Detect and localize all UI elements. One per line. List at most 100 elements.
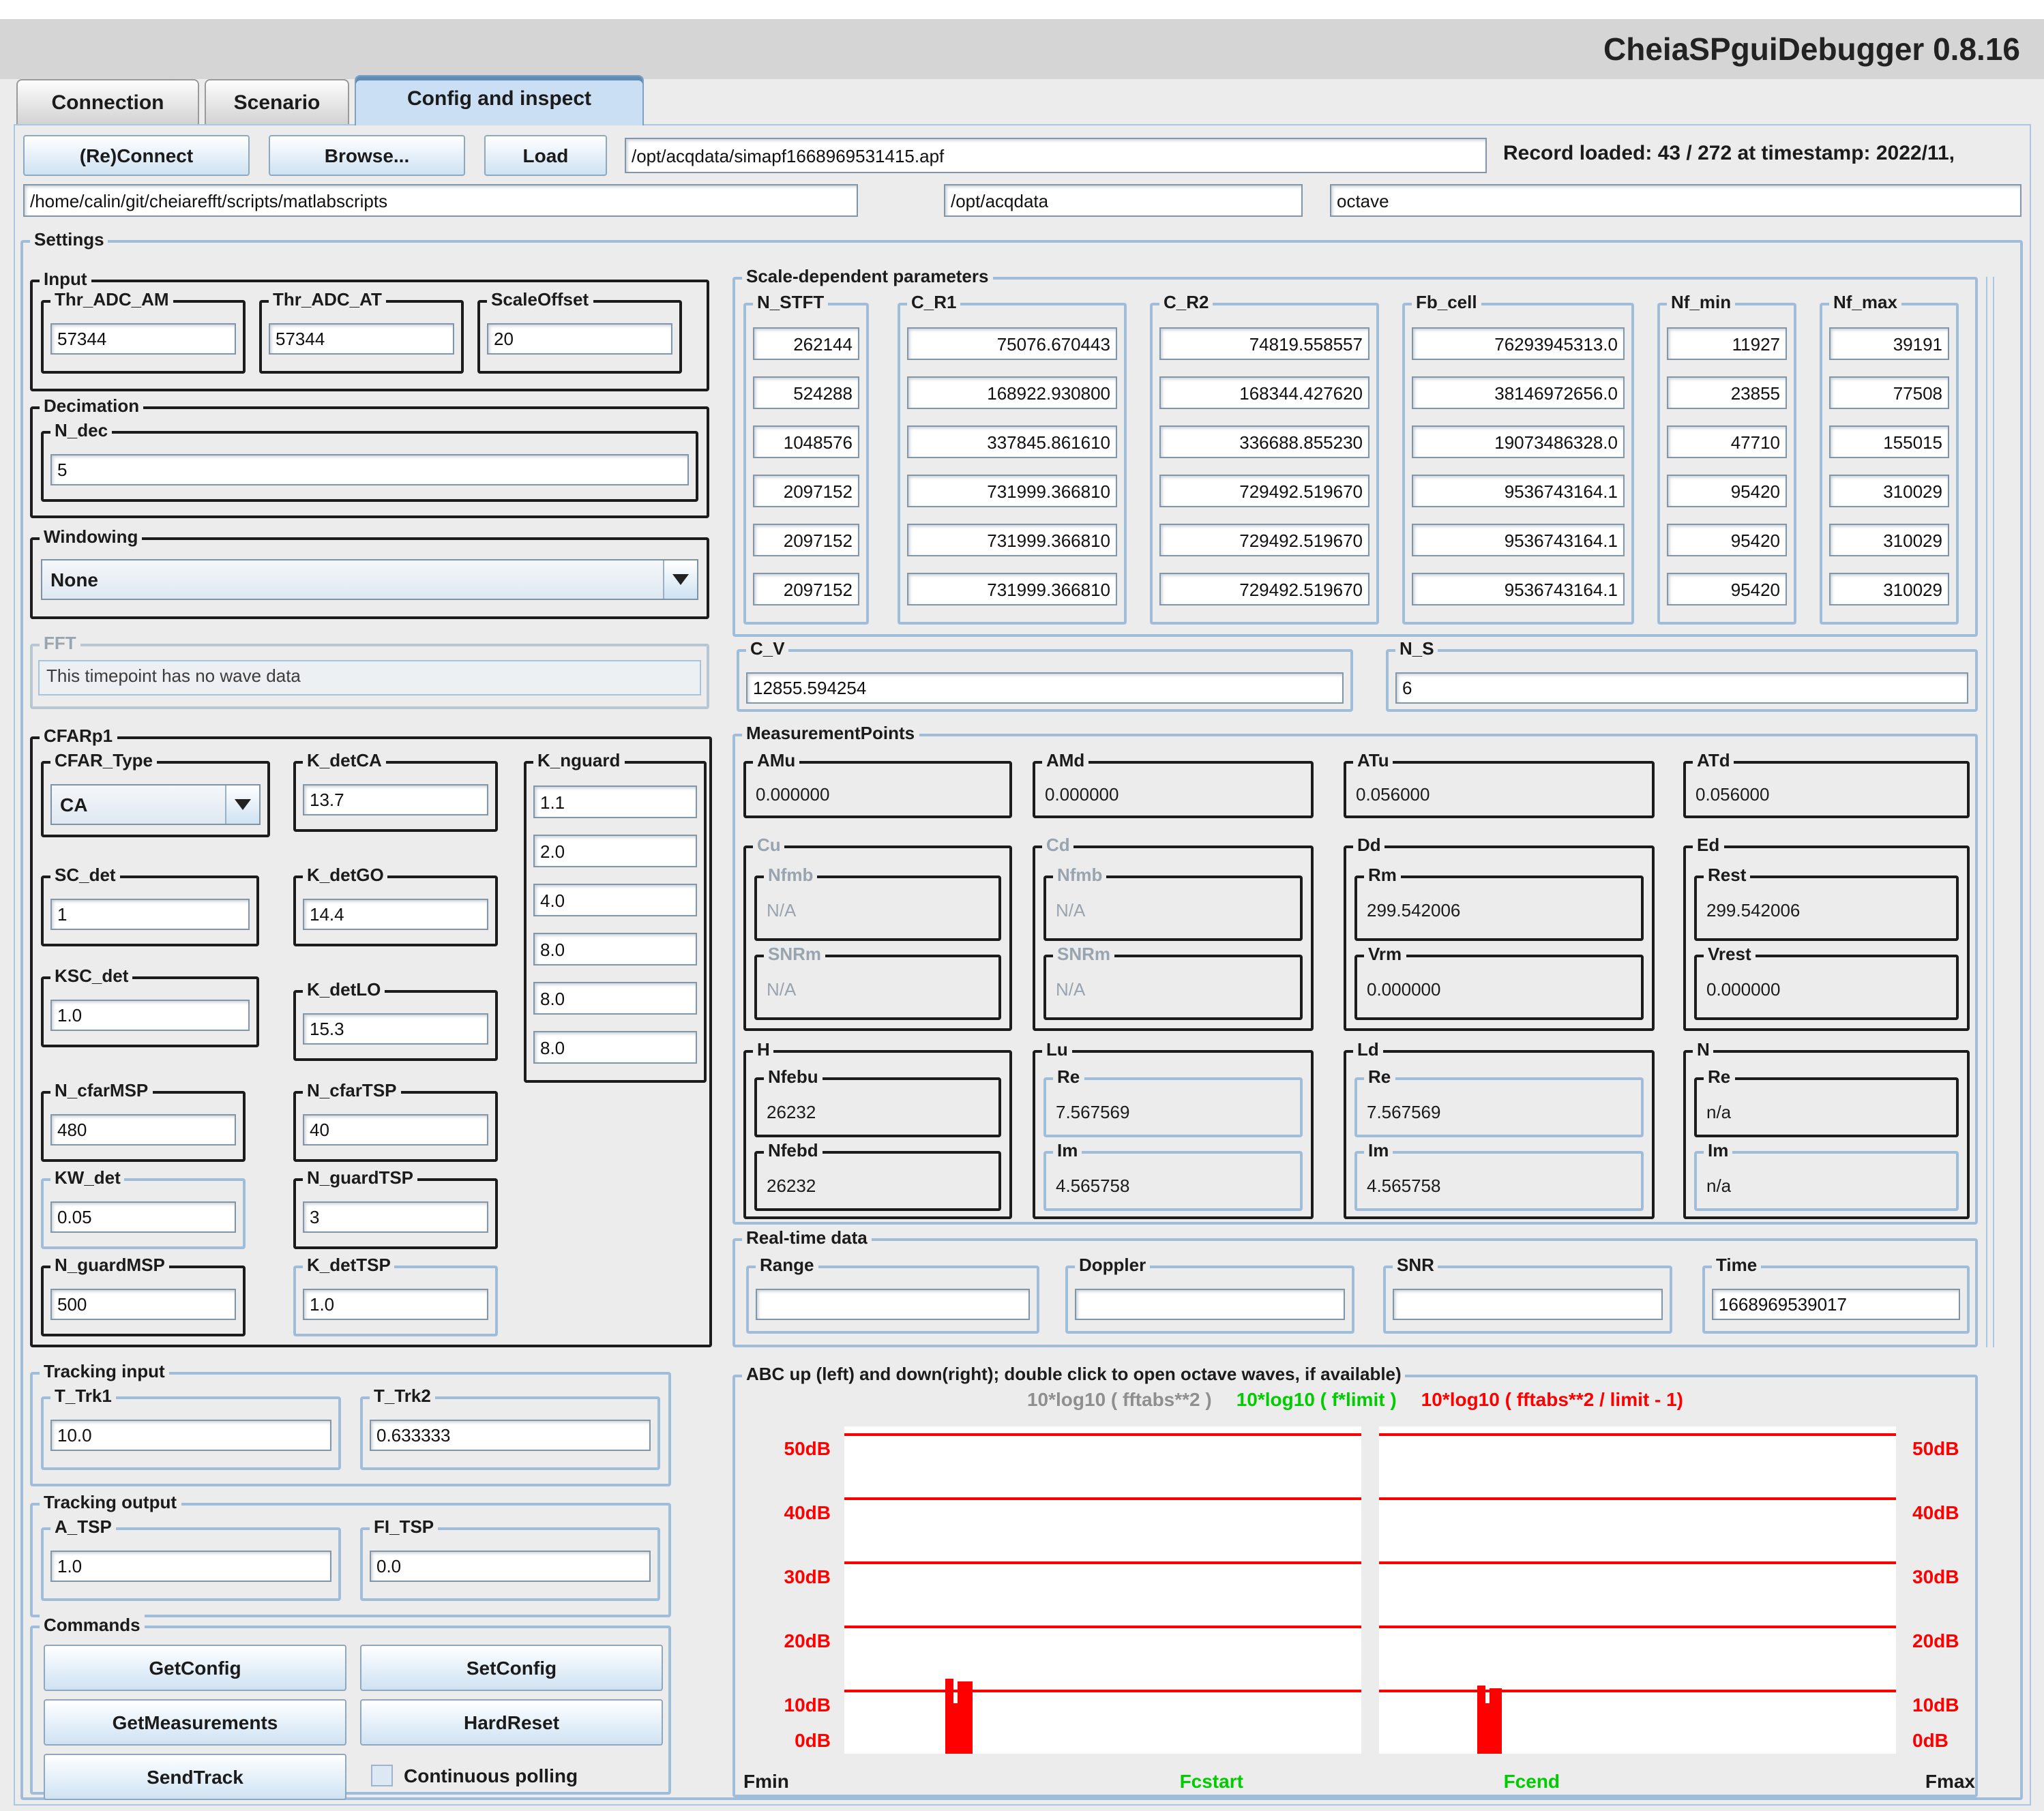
k-detgo-input[interactable] (303, 899, 488, 930)
doppler-input[interactable] (1075, 1289, 1345, 1320)
nf-min-5[interactable] (1667, 573, 1787, 605)
setconfig-button[interactable]: SetConfig (360, 1645, 663, 1691)
cfar-type-dropdown[interactable]: CA (50, 784, 261, 825)
getmeasurements-button[interactable]: GetMeasurements (44, 1699, 346, 1746)
fb-cell-4[interactable] (1412, 524, 1625, 556)
nf-max-3[interactable] (1829, 475, 1949, 507)
dropdown-arrow-button[interactable] (225, 785, 259, 824)
c-r1-5[interactable] (907, 573, 1117, 605)
fb-cell-1[interactable] (1412, 376, 1625, 409)
fb-cell-3[interactable] (1412, 475, 1625, 507)
sc-det-input[interactable] (50, 899, 250, 930)
commands-group: Commands GetConfig SetConfig GetMeasurem… (30, 1626, 671, 1795)
c-r2-5[interactable] (1159, 573, 1369, 605)
c-r1-1[interactable] (907, 376, 1117, 409)
n-s-label: N_S (1395, 638, 1438, 659)
n-stft-0[interactable] (753, 327, 859, 360)
nf-min-1[interactable] (1667, 376, 1787, 409)
n-stft-4[interactable] (753, 524, 859, 556)
scale-offset-input[interactable] (487, 323, 672, 355)
t-trk2-input[interactable] (370, 1420, 651, 1451)
k-nguard-input-1[interactable] (533, 835, 697, 867)
range-input[interactable] (756, 1289, 1030, 1320)
k-nguard-input-3[interactable] (533, 933, 697, 966)
nf-min-2[interactable] (1667, 425, 1787, 458)
c-r2-0[interactable] (1159, 327, 1369, 360)
reconnect-button[interactable]: (Re)Connect (23, 135, 250, 176)
n-stft-1[interactable] (753, 376, 859, 409)
k-detca-input[interactable] (303, 784, 488, 815)
spectrum-plot-down[interactable] (1379, 1426, 1896, 1754)
snr-input[interactable] (1393, 1289, 1663, 1320)
windowing-dropdown[interactable]: None (41, 559, 698, 600)
k-nguard-input-0[interactable] (533, 785, 697, 818)
fb-cell-2[interactable] (1412, 425, 1625, 458)
c-r1-2[interactable] (907, 425, 1117, 458)
tab-config-and-inspect[interactable]: Config and inspect (355, 75, 644, 125)
kw-det-input[interactable] (50, 1201, 236, 1233)
apf-file-path-input[interactable] (625, 138, 1487, 173)
y-tick-label: 20dB (784, 1630, 831, 1651)
c-r1-3[interactable] (907, 475, 1117, 507)
thr-adc-am-input[interactable] (50, 323, 236, 355)
nf-min-4[interactable] (1667, 524, 1787, 556)
dd-vrm-group: Vrm 0.000000 (1354, 955, 1644, 1020)
c-v-input[interactable] (746, 672, 1344, 704)
n-stft-3[interactable] (753, 475, 859, 507)
c-r2-1[interactable] (1159, 376, 1369, 409)
n-cfartsp-input[interactable] (303, 1114, 488, 1146)
cfar-type-group: CFAR_Type CA (41, 761, 270, 837)
fi-tsp-input[interactable] (370, 1551, 651, 1582)
continuous-polling-checkbox[interactable] (371, 1765, 393, 1786)
c-r2-3[interactable] (1159, 475, 1369, 507)
hardreset-button[interactable]: HardReset (360, 1699, 663, 1746)
fb-cell-5[interactable] (1412, 573, 1625, 605)
n-stft-2[interactable] (753, 425, 859, 458)
n-dec-input[interactable] (50, 454, 689, 485)
c-r1-0[interactable] (907, 327, 1117, 360)
scale-offset-label: ScaleOffset (487, 289, 593, 310)
spectrum-plot-up[interactable] (844, 1426, 1361, 1754)
nf-max-1[interactable] (1829, 376, 1949, 409)
acqdata-path-input[interactable] (944, 184, 1303, 217)
nf-max-2[interactable] (1829, 425, 1949, 458)
n-s-input[interactable] (1395, 672, 1968, 704)
getconfig-button[interactable]: GetConfig (44, 1645, 346, 1691)
nf-max-4[interactable] (1829, 524, 1949, 556)
dd-group: Dd Rm 299.542006 Vrm 0.000000 (1344, 845, 1655, 1031)
k-nguard-input-5[interactable] (533, 1031, 697, 1064)
c-r2-4[interactable] (1159, 524, 1369, 556)
thr-adc-at-input[interactable] (269, 323, 454, 355)
nf-min-0[interactable] (1667, 327, 1787, 360)
n-cfarmsp-input[interactable] (50, 1114, 236, 1146)
time-input[interactable] (1712, 1289, 1960, 1320)
k-dettsp-input[interactable] (303, 1289, 488, 1320)
c-r2-2[interactable] (1159, 425, 1369, 458)
fb-cell-0[interactable] (1412, 327, 1625, 360)
dropdown-arrow-button[interactable] (663, 560, 697, 599)
sendtrack-button[interactable]: SendTrack (44, 1754, 346, 1800)
nf-max-0[interactable] (1829, 327, 1949, 360)
k-detlo-input[interactable] (303, 1013, 488, 1045)
t-trk1-input[interactable] (50, 1420, 331, 1451)
n-guardmsp-group: N_guardMSP (41, 1266, 246, 1336)
nf-min-3[interactable] (1667, 475, 1787, 507)
cfarp1-group-title: CFARp1 (40, 725, 117, 746)
browse-button[interactable]: Browse... (269, 135, 465, 176)
windowing-dropdown-value: None (42, 560, 663, 599)
c-r1-4[interactable] (907, 524, 1117, 556)
k-nguard-input-2[interactable] (533, 884, 697, 916)
n-stft-5[interactable] (753, 573, 859, 605)
tab-connection[interactable]: Connection (16, 79, 199, 124)
cd-snrm-value: N/A (1056, 979, 1085, 1000)
octave-command-input[interactable] (1330, 184, 2021, 217)
n-guardtsp-input[interactable] (303, 1201, 488, 1233)
k-nguard-input-4[interactable] (533, 982, 697, 1015)
a-tsp-input[interactable] (50, 1551, 331, 1582)
n-guardmsp-input[interactable] (50, 1289, 236, 1320)
ksc-det-input[interactable] (50, 1000, 250, 1031)
nf-max-5[interactable] (1829, 573, 1949, 605)
tab-scenario[interactable]: Scenario (205, 79, 349, 124)
matlab-scripts-path-input[interactable] (23, 184, 858, 217)
load-button[interactable]: Load (484, 135, 607, 176)
